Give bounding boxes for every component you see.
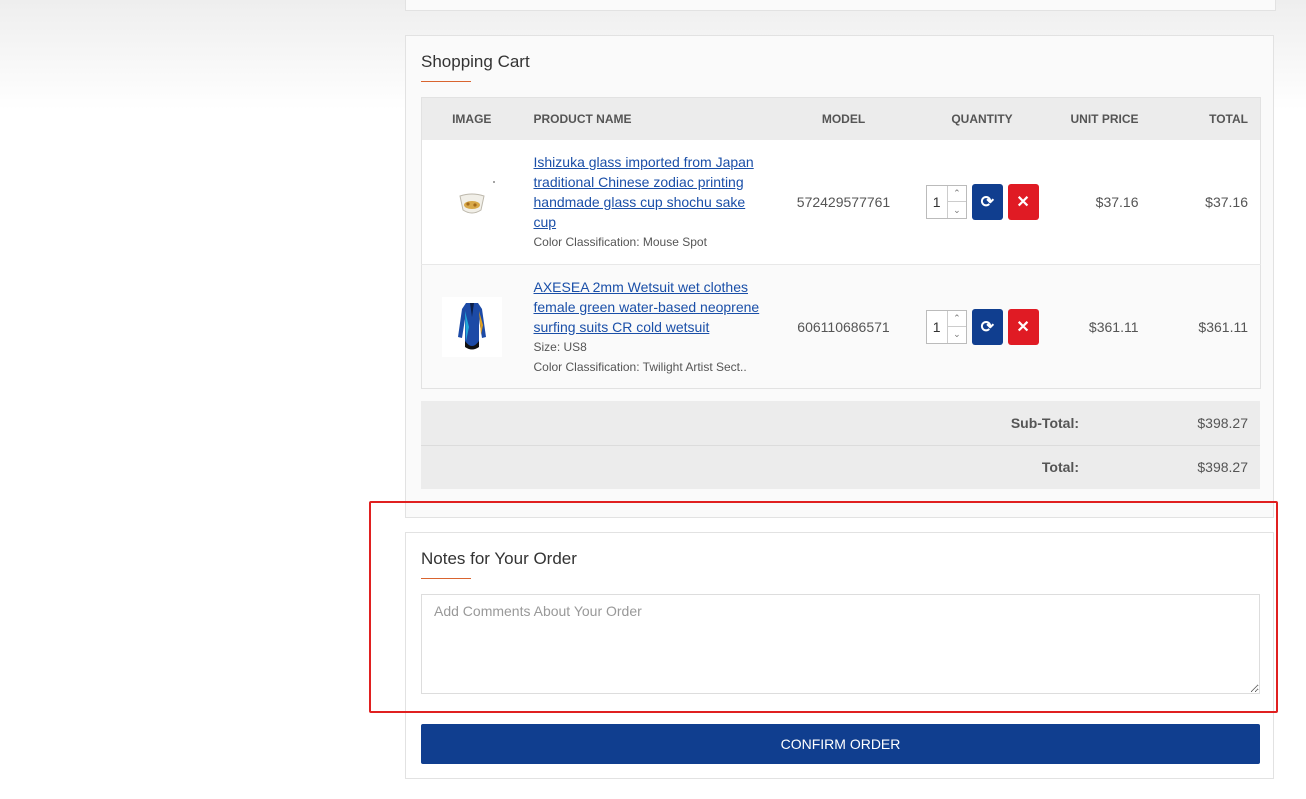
quantity-value[interactable]: 1: [927, 311, 947, 343]
subtotal-label: Sub-Total:: [421, 401, 1091, 445]
refresh-icon: ⟳: [980, 193, 994, 211]
table-row: AXESEA 2mm Wetsuit wet clothes female gr…: [421, 264, 1261, 389]
col-header-product-name: Product Name: [521, 97, 774, 140]
total-label: Total:: [421, 444, 1091, 489]
product-option: Color Classification: Twilight Artist Se…: [533, 359, 747, 374]
close-icon: ✕: [1016, 193, 1030, 211]
product-model: 606110686571: [773, 264, 914, 389]
unit-price: $361.11: [1050, 264, 1151, 389]
update-quantity-button[interactable]: ⟳: [971, 308, 1003, 345]
chevron-down-icon[interactable]: ⌄: [947, 326, 966, 343]
col-header-total: Total: [1150, 97, 1261, 140]
product-link[interactable]: AXESEA 2mm Wetsuit wet clothes female gr…: [534, 277, 762, 337]
col-header-image: Image: [421, 97, 522, 140]
order-comments-input[interactable]: [421, 594, 1260, 694]
quantity-stepper[interactable]: 1 ⌃ ⌄: [925, 184, 967, 219]
refresh-icon: ⟳: [980, 318, 994, 336]
line-total: $361.11: [1150, 264, 1261, 389]
quantity-controls: 1 ⌃ ⌄ ⟳ ✕: [925, 183, 1039, 220]
total-value: $398.27: [1091, 444, 1260, 489]
quantity-stepper[interactable]: 1 ⌃ ⌄: [925, 309, 967, 344]
order-notes-panel: Notes for Your Order CONFIRM ORDER: [405, 532, 1274, 779]
product-option: Color Classification: Mouse Spot: [533, 234, 707, 249]
cart-title: Shopping Cart: [421, 52, 530, 71]
chevron-down-icon[interactable]: ⌄: [947, 201, 966, 218]
chevron-up-icon[interactable]: ⌃: [948, 186, 966, 202]
remove-item-button[interactable]: ✕: [1007, 308, 1039, 345]
previous-panel-edge: [405, 0, 1276, 11]
title-underline: [421, 578, 471, 579]
update-quantity-button[interactable]: ⟳: [971, 183, 1003, 220]
notes-title: Notes for Your Order: [421, 549, 577, 568]
cart-table: Image Product Name Model Quantity Unit P…: [421, 97, 1261, 389]
quantity-controls: 1 ⌃ ⌄ ⟳ ✕: [925, 308, 1039, 345]
product-option: Size: US8: [533, 339, 587, 354]
shopping-cart-panel: Shopping Cart Image Product Name Model Q…: [405, 35, 1274, 518]
remove-item-button[interactable]: ✕: [1007, 183, 1039, 220]
wetsuit-icon[interactable]: [434, 296, 510, 357]
line-total: $37.16: [1150, 139, 1261, 265]
close-icon: ✕: [1016, 318, 1030, 336]
quantity-value[interactable]: 1: [927, 186, 947, 218]
title-underline: [421, 81, 471, 82]
glass-cup-icon[interactable]: [434, 171, 510, 232]
cart-header-row: Image Product Name Model Quantity Unit P…: [421, 97, 1261, 140]
subtotal-row: Sub-Total: $398.27: [421, 401, 1260, 445]
col-header-unit-price: Unit Price: [1050, 97, 1151, 140]
unit-price: $37.16: [1050, 139, 1151, 265]
col-header-quantity: Quantity: [913, 97, 1051, 140]
product-model: 572429577761: [773, 139, 914, 265]
total-row: Total: $398.27: [421, 444, 1260, 489]
confirm-order-button[interactable]: CONFIRM ORDER: [421, 724, 1260, 764]
product-link[interactable]: Ishizuka glass imported from Japan tradi…: [534, 152, 762, 232]
table-row: Ishizuka glass imported from Japan tradi…: [421, 139, 1261, 265]
cart-totals: Sub-Total: $398.27 Total: $398.27: [421, 401, 1260, 489]
subtotal-value: $398.27: [1091, 401, 1260, 445]
chevron-up-icon[interactable]: ⌃: [948, 311, 966, 327]
col-header-model: Model: [773, 97, 914, 140]
